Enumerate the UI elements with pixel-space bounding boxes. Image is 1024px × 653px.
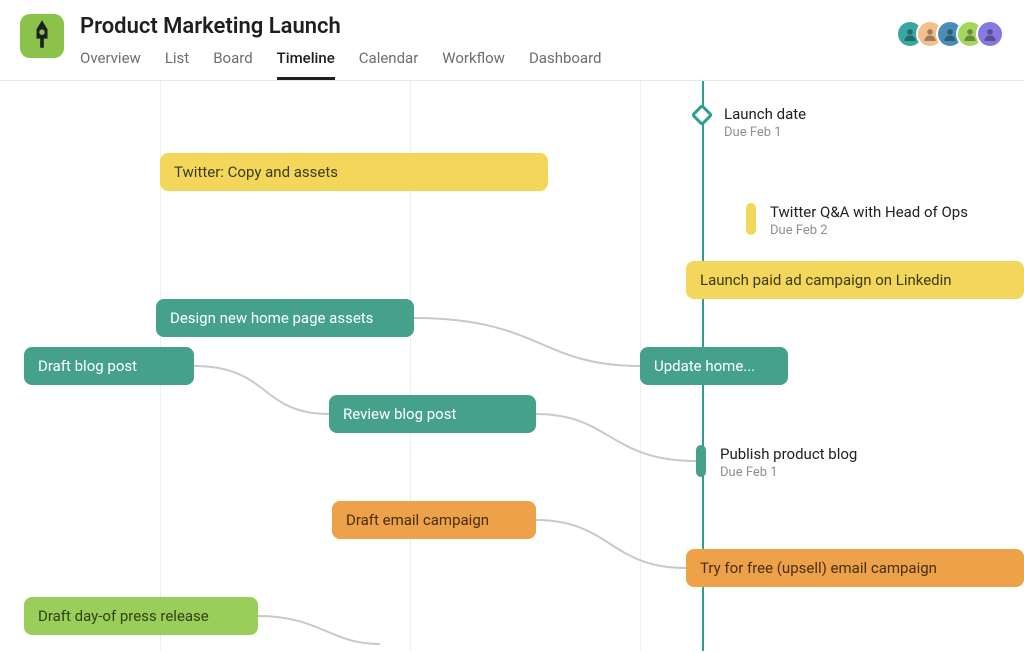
tab-overview[interactable]: Overview	[80, 49, 141, 80]
milestone-due: Due Feb 1	[720, 465, 857, 480]
milestone-title: Twitter Q&A with Head of Ops	[770, 203, 968, 221]
tab-list[interactable]: List	[165, 49, 189, 80]
project-header: Product Marketing Launch Overview List B…	[0, 0, 1024, 80]
task-pill-icon	[696, 445, 706, 477]
task-linkedin-ads[interactable]: Launch paid ad campaign on Linkedin	[686, 261, 1024, 299]
milestone-publish-blog[interactable]: Publish product blog Due Feb 1	[696, 445, 857, 480]
tab-timeline[interactable]: Timeline	[277, 49, 335, 80]
milestone-title: Launch date	[724, 105, 806, 123]
task-pill-icon	[746, 203, 756, 235]
milestone-due: Due Feb 1	[724, 125, 806, 140]
milestone-title: Publish product blog	[720, 445, 857, 463]
collaborator-avatars[interactable]	[896, 20, 1004, 48]
milestone-diamond-icon	[691, 104, 714, 127]
timeline-canvas[interactable]: Twitter: Copy and assets Launch paid ad …	[0, 81, 1024, 651]
tab-board[interactable]: Board	[213, 49, 252, 80]
tab-dashboard[interactable]: Dashboard	[529, 49, 602, 80]
task-twitter-copy[interactable]: Twitter: Copy and assets	[160, 153, 548, 191]
rocket-icon	[31, 20, 53, 52]
view-tabs: Overview List Board Timeline Calendar Wo…	[80, 49, 896, 80]
milestone-due: Due Feb 2	[770, 223, 968, 238]
tab-calendar[interactable]: Calendar	[359, 49, 419, 80]
project-title: Product Marketing Launch	[80, 14, 896, 39]
avatar[interactable]	[976, 20, 1004, 48]
task-update-home[interactable]: Update home...	[640, 347, 788, 385]
task-draft-email[interactable]: Draft email campaign	[332, 501, 536, 539]
task-review-blog[interactable]: Review blog post	[329, 395, 536, 433]
task-press-release[interactable]: Draft day-of press release	[24, 597, 258, 635]
project-icon	[20, 14, 64, 58]
tab-workflow[interactable]: Workflow	[442, 49, 505, 80]
milestone-twitter-qa[interactable]: Twitter Q&A with Head of Ops Due Feb 2	[746, 203, 968, 238]
task-design-home[interactable]: Design new home page assets	[156, 299, 414, 337]
milestone-launch-date[interactable]: Launch date Due Feb 1	[694, 105, 806, 140]
task-upsell-email[interactable]: Try for free (upsell) email campaign	[686, 549, 1024, 587]
task-draft-blog[interactable]: Draft blog post	[24, 347, 194, 385]
